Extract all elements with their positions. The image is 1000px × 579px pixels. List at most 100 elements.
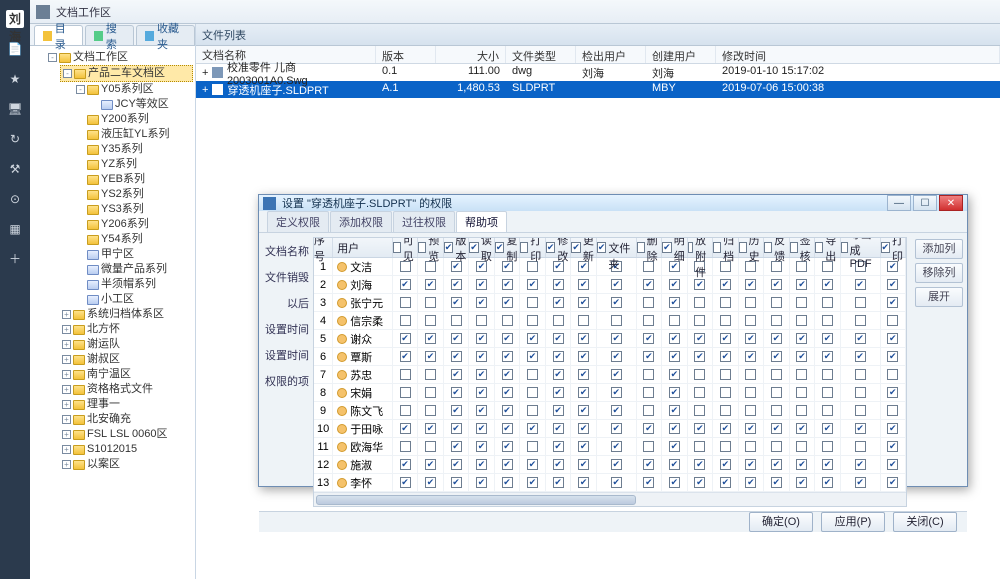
grid-row[interactable]: 11欧海华 <box>314 438 906 456</box>
grid-cell[interactable] <box>571 456 597 473</box>
grid-cell[interactable] <box>571 312 597 329</box>
grid-cell[interactable] <box>662 420 688 437</box>
checkbox[interactable] <box>771 279 782 290</box>
grid-cell[interactable] <box>444 348 470 365</box>
grid-row[interactable]: 9陈文飞 <box>314 402 906 420</box>
grid-cell[interactable] <box>495 330 521 347</box>
checkbox[interactable] <box>451 351 462 362</box>
grid-cell[interactable] <box>418 348 444 365</box>
file-col-header[interactable]: 版本 <box>376 46 436 63</box>
checkbox[interactable] <box>720 351 731 362</box>
checkbox[interactable] <box>527 315 538 326</box>
grid-cell[interactable] <box>469 438 495 455</box>
expand-icon[interactable]: - <box>76 85 85 94</box>
permissions-grid[interactable]: 序号用户可见预览版本读取复制打印修改更新新版文件夹删除明细发放附件归档历史反馈签… <box>314 238 906 506</box>
grid-cell[interactable] <box>469 330 495 347</box>
checkbox[interactable] <box>400 387 411 398</box>
grid-row[interactable]: 10于田咏 <box>314 420 906 438</box>
checkbox[interactable] <box>796 369 807 380</box>
grid-cell[interactable] <box>520 420 546 437</box>
grid-col-header[interactable]: 版本 <box>444 238 470 257</box>
side-button[interactable]: 展开 <box>915 287 963 307</box>
checkbox[interactable] <box>694 351 705 362</box>
checkbox[interactable] <box>887 405 898 416</box>
checkbox[interactable] <box>855 441 866 452</box>
grid-cell[interactable] <box>597 312 637 329</box>
grid-col-header[interactable]: 历史 <box>739 238 765 257</box>
checkbox[interactable] <box>425 441 436 452</box>
checkbox[interactable] <box>669 369 680 380</box>
grid-cell[interactable] <box>764 366 790 383</box>
grid-cell[interactable] <box>418 330 444 347</box>
grid-cell[interactable] <box>393 384 419 401</box>
horizontal-scrollbar[interactable] <box>314 492 906 506</box>
grid-cell[interactable] <box>841 348 881 365</box>
grid-row[interactable]: 3张宁元 <box>314 294 906 312</box>
grid-cell[interactable] <box>688 474 714 491</box>
rail-item-1[interactable]: 📄 <box>6 40 24 58</box>
dialog-tab[interactable]: 过往权限 <box>393 211 455 232</box>
tree-item[interactable]: 液压缸YL系列 <box>74 127 193 142</box>
checkbox[interactable] <box>855 423 866 434</box>
grid-cell[interactable] <box>881 312 907 329</box>
grid-cell[interactable] <box>713 276 739 293</box>
grid-cell[interactable] <box>688 312 714 329</box>
left-tab-1[interactable]: 搜索 <box>85 25 134 45</box>
checkbox[interactable] <box>553 333 564 344</box>
checkbox[interactable] <box>553 297 564 308</box>
grid-row[interactable]: 7苏忠 <box>314 366 906 384</box>
grid-cell[interactable] <box>637 456 663 473</box>
header-checkbox[interactable] <box>815 242 823 253</box>
checkbox[interactable] <box>502 351 513 362</box>
checkbox[interactable] <box>400 333 411 344</box>
header-checkbox[interactable] <box>495 242 505 253</box>
left-tab-2[interactable]: 收藏夹 <box>136 25 195 45</box>
grid-cell[interactable] <box>637 366 663 383</box>
checkbox[interactable] <box>527 405 538 416</box>
expand-icon[interactable]: + <box>62 400 71 409</box>
grid-col-header[interactable]: 更新 <box>571 238 597 257</box>
checkbox[interactable] <box>694 459 705 470</box>
expand-icon[interactable]: - <box>48 53 57 62</box>
checkbox[interactable] <box>745 369 756 380</box>
grid-cell[interactable] <box>520 438 546 455</box>
grid-cell[interactable] <box>469 384 495 401</box>
grid-cell[interactable] <box>790 330 816 347</box>
grid-cell[interactable] <box>662 294 688 311</box>
grid-cell[interactable] <box>790 474 816 491</box>
checkbox[interactable] <box>887 297 898 308</box>
checkbox[interactable] <box>796 279 807 290</box>
checkbox[interactable] <box>643 297 654 308</box>
checkbox[interactable] <box>669 441 680 452</box>
checkbox[interactable] <box>502 387 513 398</box>
checkbox[interactable] <box>720 459 731 470</box>
grid-cell[interactable] <box>790 456 816 473</box>
grid-cell[interactable] <box>881 276 907 293</box>
grid-cell[interactable] <box>546 348 572 365</box>
grid-col-header[interactable]: 明细 <box>662 238 688 257</box>
checkbox[interactable] <box>578 297 589 308</box>
grid-cell[interactable] <box>571 420 597 437</box>
checkbox[interactable] <box>887 279 898 290</box>
grid-cell[interactable] <box>597 294 637 311</box>
grid-col-header[interactable]: 新版文件夹 <box>597 238 637 257</box>
rail-item-3[interactable]: 🖥 <box>6 100 24 118</box>
checkbox[interactable] <box>887 333 898 344</box>
checkbox[interactable] <box>451 315 462 326</box>
grid-cell[interactable] <box>495 420 521 437</box>
checkbox[interactable] <box>796 405 807 416</box>
grid-cell[interactable] <box>546 456 572 473</box>
grid-cell[interactable] <box>597 348 637 365</box>
grid-cell[interactable] <box>418 384 444 401</box>
header-checkbox[interactable] <box>546 242 556 253</box>
grid-cell[interactable] <box>688 420 714 437</box>
grid-cell[interactable] <box>881 456 907 473</box>
rail-item-5[interactable]: ⚒ <box>6 160 24 178</box>
header-checkbox[interactable] <box>688 242 693 253</box>
grid-cell[interactable] <box>637 294 663 311</box>
left-tab-0[interactable]: 目录 <box>34 25 83 45</box>
checkbox[interactable] <box>527 351 538 362</box>
grid-col-header[interactable]: 修改 <box>546 238 572 257</box>
tree-item[interactable]: JCY等效区 <box>88 97 193 112</box>
grid-cell[interactable] <box>597 438 637 455</box>
